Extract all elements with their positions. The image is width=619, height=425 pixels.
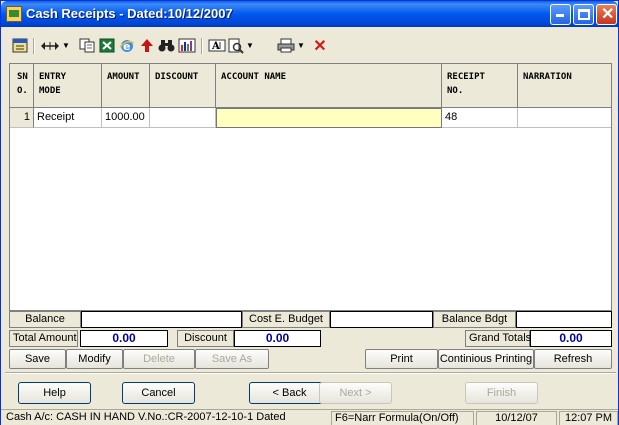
delete-button[interactable]: Delete: [123, 349, 195, 369]
column-width-dropdown-icon[interactable]: ▼: [61, 37, 71, 54]
entries-grid: SN O. ENTRY MODE AMOUNT DISCOUNT ACCOUNT N…: [9, 63, 612, 311]
balance-bdgt-field: [516, 311, 612, 328]
balance-bdgt-label: Balance Bdgt: [433, 311, 516, 328]
copy-icon[interactable]: [78, 37, 96, 54]
header-narration[interactable]: NARRATION: [518, 64, 611, 108]
print-button[interactable]: Print: [365, 349, 438, 369]
balance-label: Balance: [9, 311, 81, 328]
toolbar-separator: [260, 37, 266, 54]
header-account-name[interactable]: ACCOUNT NAME: [216, 64, 442, 108]
font-icon[interactable]: A: [208, 37, 226, 54]
next-button[interactable]: Next >: [319, 382, 392, 404]
discount-label: Discount: [177, 330, 234, 347]
modify-button[interactable]: Modify: [66, 349, 123, 369]
row-sno[interactable]: 1: [10, 108, 34, 128]
balance-field: [81, 311, 242, 328]
toolbar-separator: [201, 38, 203, 54]
svg-text:A: A: [211, 41, 220, 52]
header-entry-mode[interactable]: ENTRY MODE: [34, 64, 102, 108]
close-button[interactable]: ✕: [596, 4, 617, 25]
status-account: Cash A/c: CASH IN HAND V.No.:CR-2007-12-…: [6, 411, 286, 423]
print-preview-icon[interactable]: [227, 37, 245, 54]
discount-total-value: 0.00: [234, 330, 321, 347]
continuous-printing-button[interactable]: Continious Printing: [438, 349, 534, 369]
cash-receipts-window: Cash Receipts - Dated:10/12/2007 ✕ ▼ e A…: [0, 0, 619, 425]
total-amount-value: 0.00: [80, 330, 168, 347]
status-hint: F6=Narr Formula(On/Off): [331, 411, 474, 425]
column-width-icon[interactable]: [39, 37, 61, 54]
excel-icon[interactable]: [98, 37, 116, 54]
toolbar: ▼ e A ▼ ▼ ✕: [5, 33, 616, 59]
status-date: 10/12/07: [476, 411, 557, 425]
printer-icon[interactable]: [277, 37, 295, 54]
row-entry-mode[interactable]: Receipt: [34, 108, 102, 128]
bar-chart-icon[interactable]: [178, 37, 196, 54]
upload-arrow-icon[interactable]: [138, 37, 156, 54]
cancel-button[interactable]: Cancel: [122, 382, 195, 404]
save-as-button[interactable]: Save As: [195, 349, 269, 369]
status-time: 12:07 PM: [559, 411, 618, 425]
toolbar-separator: [33, 38, 35, 54]
back-button[interactable]: < Back: [249, 382, 330, 404]
minimize-button[interactable]: [550, 4, 571, 25]
total-amount-label: Total Amount: [9, 330, 78, 347]
header-receipt-no[interactable]: RECEIPT NO.: [442, 64, 518, 108]
row-receipt-no[interactable]: 48: [442, 108, 518, 128]
header-discount[interactable]: DISCOUNT: [150, 64, 216, 108]
grand-totals-value: 0.00: [530, 330, 612, 347]
form-icon[interactable]: [11, 37, 29, 54]
header-amount[interactable]: AMOUNT: [102, 64, 150, 108]
window-title: Cash Receipts - Dated:10/12/2007: [26, 6, 233, 21]
title-bar[interactable]: Cash Receipts - Dated:10/12/2007 ✕: [1, 1, 618, 27]
close-icon: ✕: [601, 6, 615, 23]
cost-budget-label: Cost E. Budget: [242, 311, 330, 328]
finish-button[interactable]: Finish: [465, 382, 538, 404]
preview-dropdown-icon[interactable]: ▼: [245, 37, 255, 54]
print-dropdown-icon[interactable]: ▼: [296, 37, 306, 54]
grand-totals-label: Grand Totals: [465, 330, 531, 347]
maximize-button[interactable]: [573, 4, 594, 25]
delete-x-icon[interactable]: ✕: [311, 37, 329, 55]
row-amount[interactable]: 1000.00: [102, 108, 150, 128]
app-icon: [6, 6, 22, 22]
refresh-button[interactable]: Refresh: [534, 349, 612, 369]
status-bar: Cash A/c: CASH IN HAND V.No.:CR-2007-12-…: [1, 409, 618, 425]
row-discount[interactable]: [150, 108, 216, 128]
save-button[interactable]: Save: [9, 349, 66, 369]
header-sno[interactable]: SN O.: [10, 64, 34, 108]
browser-icon[interactable]: e: [118, 37, 136, 54]
help-button[interactable]: Help: [18, 382, 91, 404]
row-account-name-active-cell[interactable]: [216, 108, 442, 128]
divider: [5, 372, 616, 374]
cost-budget-field: [330, 311, 433, 328]
find-binoculars-icon[interactable]: [158, 37, 176, 54]
row-narration[interactable]: [518, 108, 611, 128]
